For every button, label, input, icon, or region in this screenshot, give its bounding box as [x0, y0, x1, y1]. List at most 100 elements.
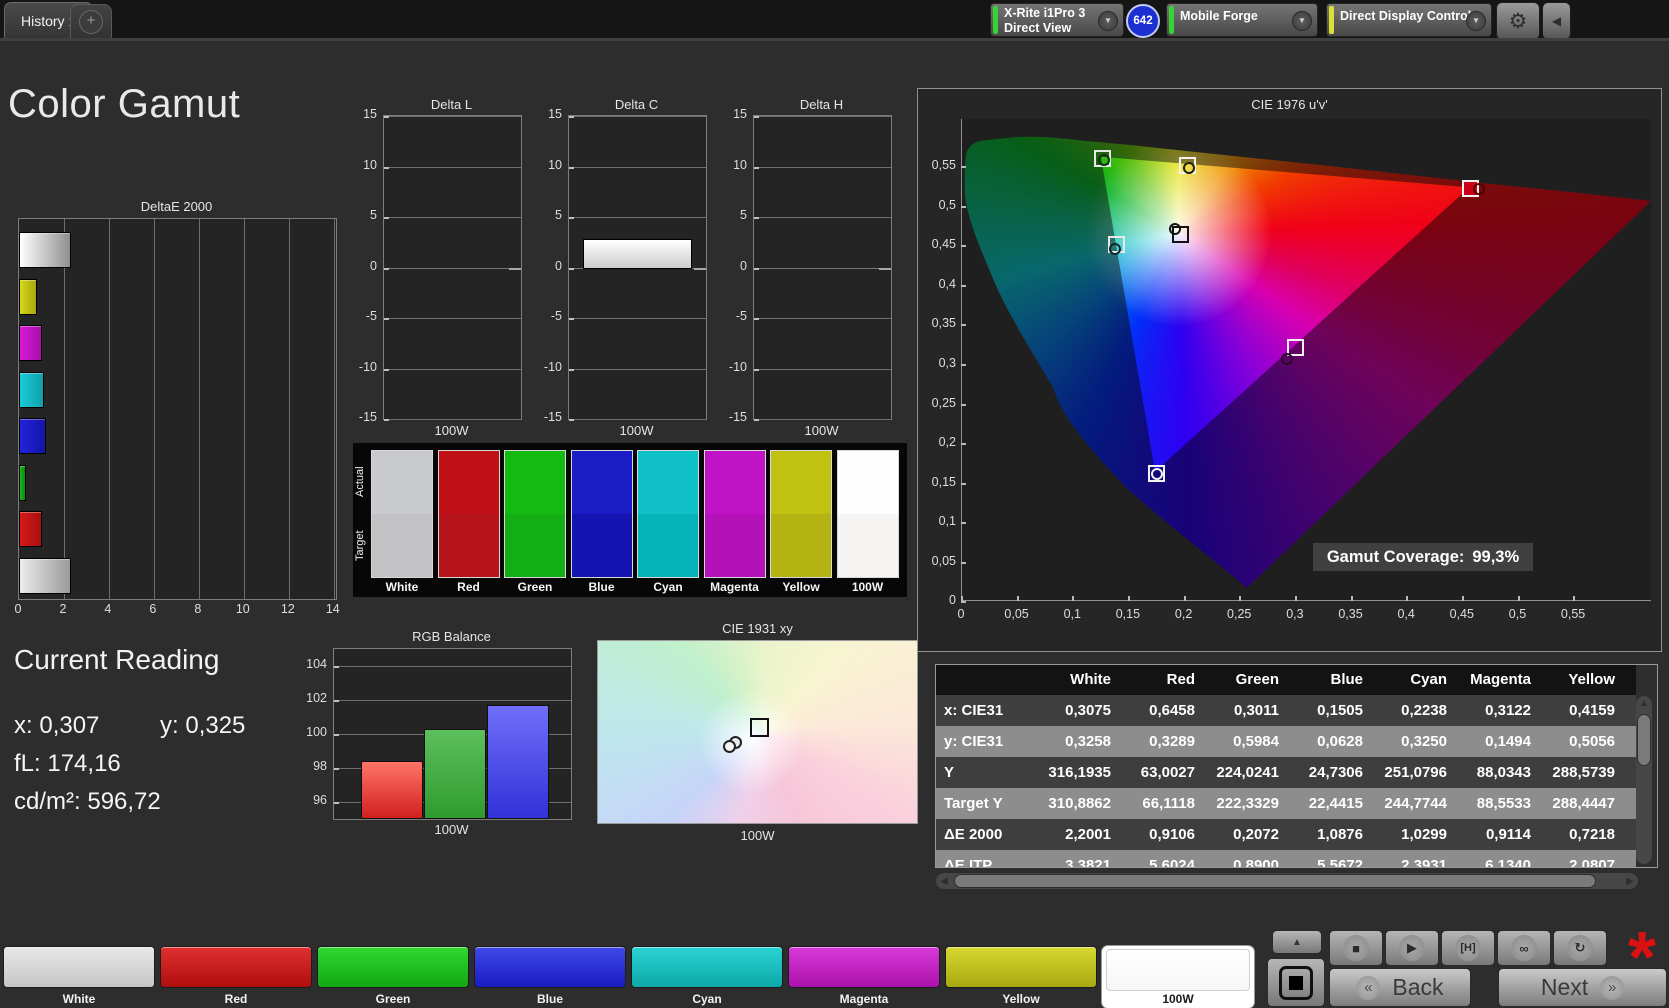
delta_h-x-label: 100W: [804, 423, 839, 438]
table-row-label: y: CIE31: [944, 733, 1004, 750]
y-tick-label: -15: [543, 410, 562, 424]
play-button[interactable]: ▶: [1385, 930, 1439, 966]
meter-dropdown[interactable]: X-Rite i1Pro 3 Direct View ▼: [990, 3, 1124, 37]
tick-mark: [384, 116, 389, 118]
pattern-window-button[interactable]: [1267, 958, 1325, 1007]
deltae2000-chart-title: DeltaE 2000: [140, 199, 213, 214]
pattern-button-magenta[interactable]: Magenta: [788, 946, 940, 1008]
table-cell: 0,3258: [1065, 733, 1111, 750]
x-tick-label: 12: [280, 602, 295, 616]
coverage-label: Gamut Coverage:: [1326, 547, 1465, 566]
vertical-scroll-thumb[interactable]: [1637, 714, 1651, 766]
swatch-actual-100w: [836, 450, 899, 514]
pattern-button-white[interactable]: White: [3, 946, 155, 1008]
tick-mark: [961, 166, 966, 169]
pattern-button-red[interactable]: Red: [160, 946, 312, 1008]
settings-button[interactable]: ⚙: [1496, 2, 1540, 40]
horizontal-scroll-thumb[interactable]: [954, 874, 1596, 888]
x-tick-label: 8: [194, 602, 202, 616]
gridline: [754, 217, 891, 218]
table-cell: 2,2001: [1065, 826, 1111, 843]
tick-mark: [384, 217, 389, 219]
add-tab-button[interactable]: +: [70, 4, 112, 39]
table-vertical-scrollbar[interactable]: ▲: [1636, 696, 1652, 864]
back-arrows-icon: «: [1356, 975, 1381, 1000]
single-measure-button[interactable]: [H]: [1441, 930, 1495, 966]
pattern-swatch: [945, 946, 1097, 988]
gridline: [384, 318, 521, 319]
rgb-bar-red: [361, 761, 423, 819]
pattern-button-blue[interactable]: Blue: [474, 946, 626, 1008]
loop-icon: ↻: [1567, 935, 1593, 961]
y-tick-label: 0: [949, 593, 956, 607]
table-header-cell: Yellow: [1568, 671, 1615, 688]
pattern-button-yellow[interactable]: Yellow: [945, 946, 1097, 1008]
scroll-left-icon[interactable]: ◀: [938, 876, 950, 887]
table-row-x-cie31: x: CIE31 0,3075 0,6458 0,3011 0,1505 0,2238 0,…: [936, 695, 1636, 726]
y-tick-label: 0: [740, 258, 747, 273]
tick-mark: [1072, 596, 1075, 601]
plus-icon: +: [79, 10, 103, 34]
tick-mark: [1406, 596, 1409, 601]
swatch-target-green: [504, 514, 566, 578]
pattern-swatch: [788, 946, 940, 988]
table-row-label: Y: [944, 764, 955, 781]
tick-mark: [1127, 596, 1130, 601]
next-arrows-icon: »: [1600, 975, 1625, 1000]
stop-button[interactable]: ■: [1329, 930, 1383, 966]
x-tick-label: 6: [149, 602, 157, 616]
display-control-dropdown[interactable]: Direct Display Control ▼: [1326, 3, 1492, 37]
table-cell: 0,5056: [1569, 733, 1615, 750]
source-dropdown[interactable]: Mobile Forge ▼: [1166, 3, 1318, 37]
table-header-cell: White: [1070, 671, 1111, 688]
pattern-button-100w[interactable]: 100W: [1102, 946, 1254, 1008]
scroll-up-icon[interactable]: ▲: [1636, 698, 1652, 709]
tick-mark: [334, 768, 339, 770]
table-cell: 22,4415: [1308, 795, 1363, 812]
table-horizontal-scrollbar[interactable]: ◀ ▶: [936, 873, 1638, 889]
table-cell: 1,0299: [1401, 826, 1447, 843]
scroll-right-icon[interactable]: ▶: [1624, 876, 1636, 887]
table-cell: 316,1935: [1048, 764, 1111, 781]
table-cell: 88,0343: [1476, 764, 1531, 781]
pattern-swatch: [1106, 949, 1250, 991]
tick-mark: [1573, 596, 1576, 601]
tick-mark: [961, 205, 966, 208]
x-tick-label: 0,2: [1174, 607, 1193, 621]
gridline: [384, 217, 521, 218]
delta_c-bar: [583, 239, 692, 270]
loop-button[interactable]: ↻: [1553, 930, 1607, 966]
back-label: Back: [1392, 974, 1444, 1000]
y-tick-label: 15: [363, 107, 377, 121]
y-tick-label: 0,3: [938, 356, 956, 370]
tick-mark: [961, 561, 966, 564]
pattern-button-cyan[interactable]: Cyan: [631, 946, 783, 1008]
pattern-label: Red: [224, 992, 248, 1006]
table-cell: 0,4159: [1569, 702, 1615, 719]
table-cell: 0,6458: [1149, 702, 1195, 719]
xrite-logo-icon: *: [1627, 918, 1657, 998]
actual-marker-magenta: [1281, 353, 1294, 366]
results-table: White Red Green Blue Cyan Magenta Yellow x: CIE…: [935, 664, 1658, 868]
x-tick-label: 0,25: [1227, 607, 1252, 621]
chevron-down-icon: ▼: [1292, 11, 1312, 31]
x-tick-label: 0,5: [1508, 607, 1527, 621]
continuous-button[interactable]: ∞: [1497, 930, 1551, 966]
panel-up-button[interactable]: ▲: [1272, 930, 1322, 954]
swatch-compare-panel: Actual Target White Red Green Blue Cyan Magenta…: [353, 443, 907, 597]
table-cell: 0,9106: [1149, 826, 1195, 843]
gridline: [569, 217, 706, 218]
back-button[interactable]: « Back: [1329, 968, 1471, 1007]
y-tick-label: 0: [555, 258, 562, 273]
meter-status-indicator: [993, 6, 998, 34]
tick-mark: [334, 802, 339, 804]
stop-icon: ■: [1343, 935, 1369, 961]
pattern-label: Cyan: [692, 992, 722, 1006]
tick-mark: [569, 318, 574, 320]
tick-mark: [384, 419, 389, 421]
collapse-panel-button[interactable]: ◀: [1542, 2, 1571, 40]
table-row--e-itp: ΔE ITP 3,3821 5,6024 0,8900 5,5672 2,3931 6,13…: [936, 850, 1636, 867]
pattern-button-green[interactable]: Green: [317, 946, 469, 1008]
y-tick-label: 0,45: [931, 237, 956, 252]
reading-y: y: 0,325: [160, 712, 246, 739]
